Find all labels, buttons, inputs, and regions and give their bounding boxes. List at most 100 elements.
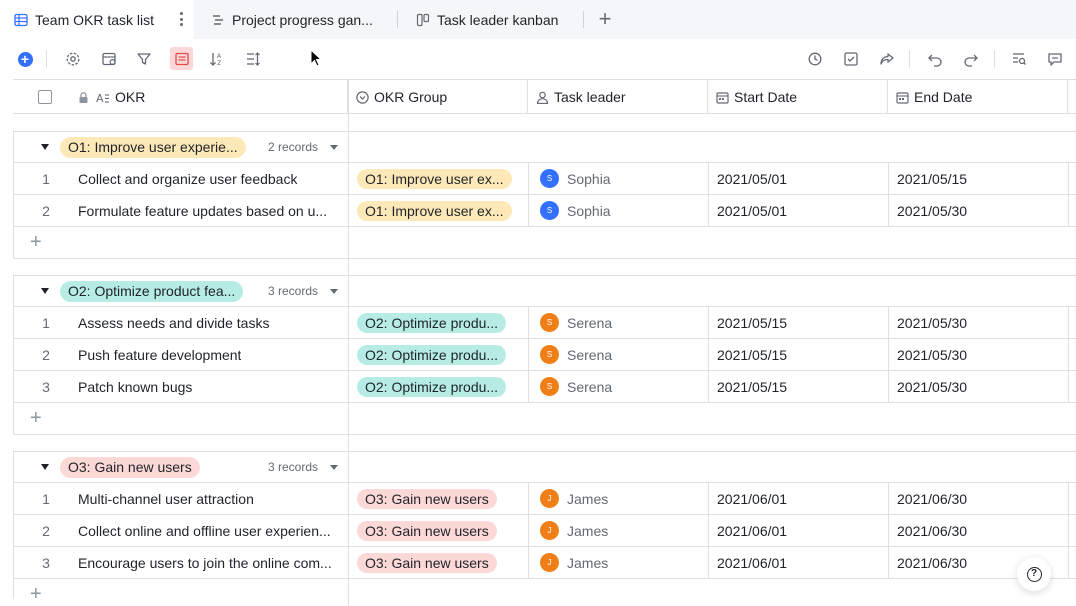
okr-text: Collect online and offline user experien… <box>78 522 331 539</box>
table-row[interactable]: 2 Collect online and offline user experi… <box>14 515 1076 547</box>
tab-task-leader-kanban[interactable]: Task leader kanban <box>416 0 586 39</box>
start-date-cell[interactable]: 2021/05/15 <box>709 339 889 370</box>
end-date-cell[interactable]: 2021/05/30 <box>889 307 1069 338</box>
undo-icon[interactable] <box>925 49 945 69</box>
start-date-cell[interactable]: 2021/06/01 <box>709 547 889 578</box>
tab-more-icon[interactable] <box>179 12 183 26</box>
column-header-start-date[interactable]: Start Date <box>708 80 888 114</box>
task-leader-cell[interactable]: J James <box>529 515 709 546</box>
add-row[interactable]: + <box>14 579 1076 605</box>
field-icon[interactable] <box>99 49 119 69</box>
grid-table-icon <box>14 13 28 26</box>
group-menu-dropdown-icon[interactable] <box>330 289 338 294</box>
task-leader-cell[interactable]: S Serena <box>529 307 709 338</box>
end-date-cell[interactable]: 2021/05/30 <box>889 195 1069 226</box>
plus-icon: + <box>30 407 42 429</box>
okr-group-tag: O3: Gain new users <box>357 520 497 541</box>
okr-cell[interactable]: Multi-channel user attraction <box>78 483 348 514</box>
table-row[interactable]: 3 Patch known bugs O2: Optimize produ...… <box>14 371 1076 403</box>
task-leader-cell[interactable]: S Sophia <box>529 195 709 226</box>
task-check-icon[interactable] <box>841 49 861 69</box>
start-date-cell[interactable]: 2021/05/15 <box>709 307 889 338</box>
start-date-cell[interactable]: 2021/05/01 <box>709 163 889 194</box>
mouse-cursor-icon <box>310 49 322 67</box>
okr-group-cell[interactable]: O3: Gain new users <box>349 483 529 514</box>
okr-group-tag: O3: Gain new users <box>357 552 497 573</box>
avatar: J <box>540 521 559 540</box>
column-header-row: A OKR OKR Group Task leader Start Date E… <box>13 79 1076 114</box>
end-date-cell[interactable]: 2021/05/30 <box>889 371 1069 402</box>
avatar: S <box>540 201 559 220</box>
end-date-cell[interactable]: 2021/05/30 <box>889 339 1069 370</box>
start-date-cell[interactable]: 2021/06/01 <box>709 483 889 514</box>
add-row[interactable]: + <box>14 227 1076 258</box>
row-index: 3 <box>42 378 50 395</box>
table-row[interactable]: 3 Encourage users to join the online com… <box>14 547 1076 579</box>
table-row[interactable]: 2 Push feature development O2: Optimize … <box>14 339 1076 371</box>
add-row[interactable]: + <box>14 403 1076 434</box>
tab-team-okr-task-list[interactable]: Team OKR task list <box>0 0 194 39</box>
end-date-cell[interactable]: 2021/06/30 <box>889 483 1069 514</box>
history-icon[interactable] <box>805 49 825 69</box>
task-leader-cell[interactable]: S Serena <box>529 371 709 402</box>
group-menu-dropdown-icon[interactable] <box>330 465 338 470</box>
column-header-okr-group[interactable]: OKR Group <box>348 80 528 114</box>
add-view-icon[interactable]: + <box>594 8 616 30</box>
task-leader-cell[interactable]: S Sophia <box>529 163 709 194</box>
okr-cell[interactable]: Assess needs and divide tasks <box>78 307 348 338</box>
task-leader-cell[interactable]: J James <box>529 483 709 514</box>
start-date-cell[interactable]: 2021/05/01 <box>709 195 889 226</box>
column-header-end-date[interactable]: End Date <box>888 80 1068 114</box>
collapse-caret-icon[interactable] <box>41 288 49 294</box>
table-row[interactable]: 1 Collect and organize user feedback O1:… <box>14 163 1076 195</box>
column-header-okr[interactable]: A OKR <box>77 80 348 114</box>
table-row[interactable]: 2 Formulate feature updates based on u..… <box>14 195 1076 227</box>
help-button[interactable]: ? <box>1017 557 1051 591</box>
group-icon[interactable] <box>170 47 193 70</box>
redo-icon[interactable] <box>961 49 981 69</box>
okr-cell[interactable]: Formulate feature updates based on u... <box>78 195 348 226</box>
okr-group-cell[interactable]: O2: Optimize produ... <box>349 307 529 338</box>
leader-name: James <box>567 554 609 571</box>
okr-group-cell[interactable]: O1: Improve user ex... <box>349 163 529 194</box>
end-date-cell[interactable]: 2021/05/15 <box>889 163 1069 194</box>
leader-name: Serena <box>567 346 613 363</box>
okr-text: Push feature development <box>78 346 242 363</box>
group-menu-dropdown-icon[interactable] <box>330 145 338 150</box>
table-row[interactable]: 1 Multi-channel user attraction O3: Gain… <box>14 483 1076 515</box>
comment-icon[interactable] <box>1045 49 1065 69</box>
leader-name: Sophia <box>567 202 611 219</box>
okr-cell[interactable]: Collect and organize user feedback <box>78 163 348 194</box>
task-leader-cell[interactable]: J James <box>529 547 709 578</box>
sort-icon[interactable]: AZ <box>207 49 227 69</box>
filter-icon[interactable] <box>134 49 154 69</box>
add-record-button[interactable]: + <box>15 49 35 69</box>
search-icon[interactable] <box>1009 49 1029 69</box>
okr-group-cell[interactable]: O3: Gain new users <box>349 515 529 546</box>
okr-cell[interactable]: Encourage users to join the online com..… <box>78 547 348 578</box>
collapse-caret-icon[interactable] <box>41 144 49 150</box>
task-leader-cell[interactable]: S Serena <box>529 339 709 370</box>
group-tag: O3: Gain new users <box>60 457 200 478</box>
start-date-cell[interactable]: 2021/06/01 <box>709 515 889 546</box>
share-icon[interactable] <box>877 49 897 69</box>
column-header-task-leader[interactable]: Task leader <box>528 80 708 114</box>
okr-group-cell[interactable]: O1: Improve user ex... <box>349 195 529 226</box>
table-row[interactable]: 1 Assess needs and divide tasks O2: Opti… <box>14 307 1076 339</box>
start-date-cell[interactable]: 2021/05/15 <box>709 371 889 402</box>
lock-icon <box>79 91 88 103</box>
collapse-caret-icon[interactable] <box>41 464 49 470</box>
okr-cell[interactable]: Collect online and offline user experien… <box>78 515 348 546</box>
tab-project-progress-gantt[interactable]: Project progress gan... <box>211 0 391 39</box>
okr-group-cell[interactable]: O2: Optimize produ... <box>349 371 529 402</box>
select-all-checkbox[interactable] <box>38 90 52 104</box>
okr-cell[interactable]: Push feature development <box>78 339 348 370</box>
okr-group-tag: O3: Gain new users <box>357 488 497 509</box>
settings-icon[interactable] <box>63 49 83 69</box>
okr-group-cell[interactable]: O3: Gain new users <box>349 547 529 578</box>
row-height-icon[interactable] <box>243 49 263 69</box>
end-date-cell[interactable]: 2021/06/30 <box>889 515 1069 546</box>
frozen-column-divider[interactable] <box>348 79 349 606</box>
okr-cell[interactable]: Patch known bugs <box>78 371 348 402</box>
okr-group-cell[interactable]: O2: Optimize produ... <box>349 339 529 370</box>
